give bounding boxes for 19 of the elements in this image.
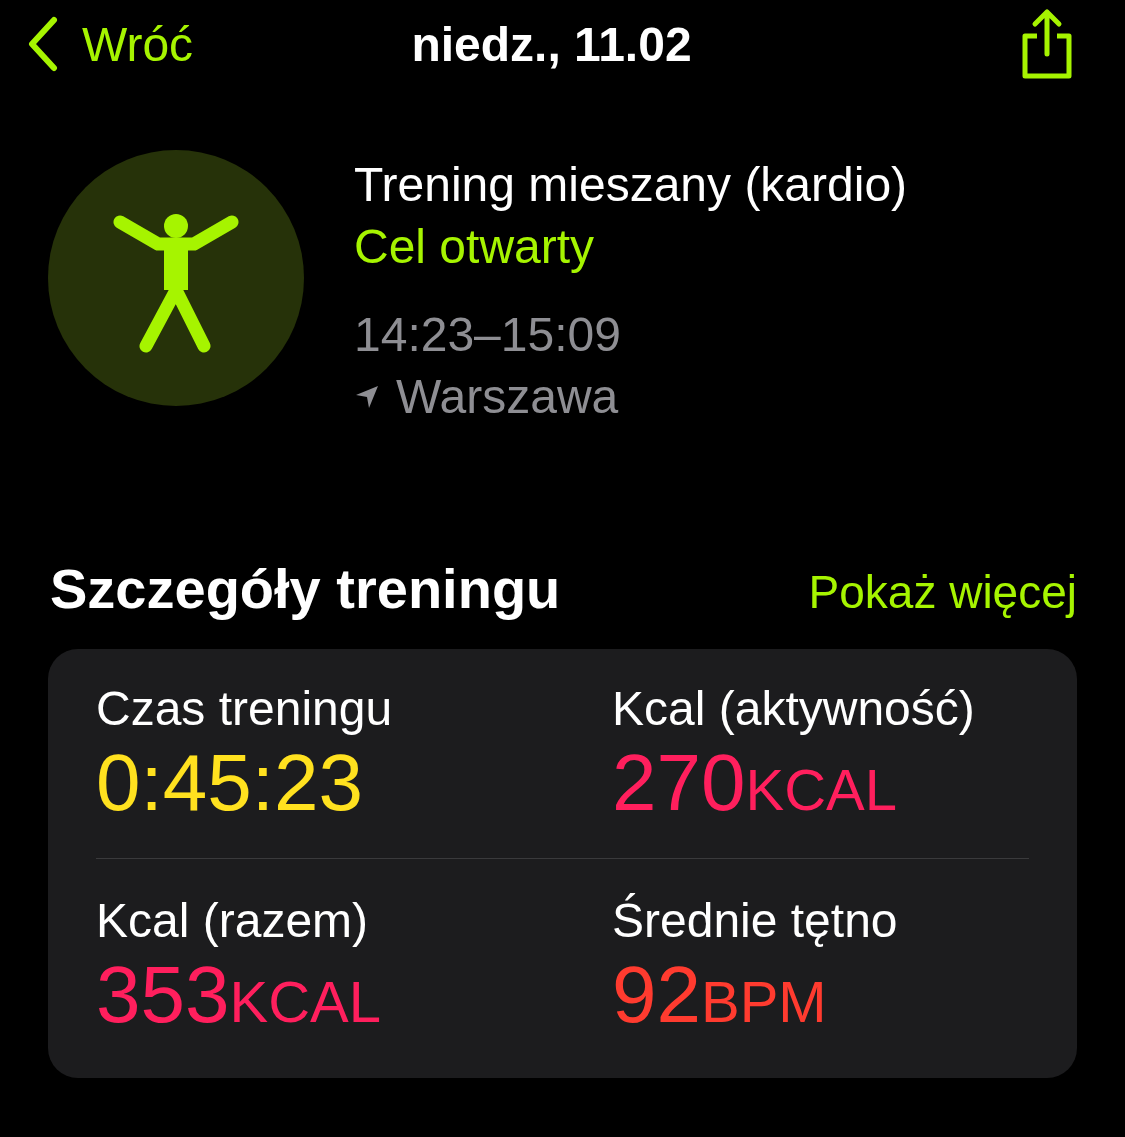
workout-goal: Cel otwarty bbox=[354, 219, 596, 275]
metric-label: Czas treningu bbox=[96, 681, 394, 737]
metric-label: Kcal (aktywność) bbox=[612, 681, 976, 737]
metric-value: 92BPM bbox=[612, 949, 828, 1041]
show-more-link[interactable]: Pokaż więcej bbox=[808, 565, 1077, 619]
metric-label: Kcal (razem) bbox=[96, 893, 370, 949]
chevron-left-icon bbox=[26, 16, 60, 72]
metric-value: 0:45:23 bbox=[96, 737, 364, 829]
back-button[interactable]: Wróć bbox=[26, 16, 194, 72]
metric-value: 270KCAL bbox=[612, 737, 898, 829]
workout-time: 14:23–15:09 bbox=[354, 307, 622, 363]
section-title: Szczegóły treningu bbox=[50, 556, 561, 621]
date-title: niedz., 11.02 bbox=[411, 16, 692, 72]
workout-name: Trening mieszany (kardio) bbox=[354, 157, 908, 213]
metric-label: Średnie tętno bbox=[612, 893, 899, 949]
workout-location: Warszawa bbox=[396, 369, 619, 425]
metric-value: 353KCAL bbox=[96, 949, 382, 1041]
location-arrow-icon bbox=[354, 384, 380, 410]
workout-figure-icon bbox=[48, 150, 304, 406]
